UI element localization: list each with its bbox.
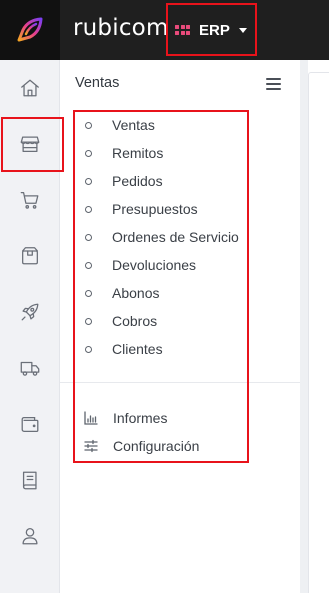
circle-bullet-icon — [85, 261, 92, 269]
menu-item-abonos[interactable]: Abonos — [60, 279, 300, 307]
submenu-list: Ventas Remitos Pedidos Presupuestos Orde… — [60, 111, 300, 363]
rail-item-rocket[interactable] — [0, 284, 60, 340]
submenu-panel: Ventas Ventas Remitos Pedidos Presupuest… — [60, 60, 300, 593]
circle-bullet-icon — [85, 177, 92, 185]
menu-item-label: Devoluciones — [112, 257, 197, 273]
store-icon — [20, 136, 40, 152]
caret-down-icon — [238, 28, 247, 33]
rail-item-wallet[interactable] — [0, 396, 60, 452]
menu-divider — [60, 382, 300, 383]
truck-icon — [20, 361, 40, 376]
menu-item-pedidos[interactable]: Pedidos — [60, 167, 300, 195]
circle-bullet-icon — [85, 233, 92, 241]
rail-item-box[interactable] — [0, 228, 60, 284]
menu-item-label: Clientes — [112, 341, 163, 357]
menu-item-ventas[interactable]: Ventas — [60, 111, 300, 139]
rubicom-logo-icon — [17, 17, 43, 42]
module-switcher-button[interactable]: ERP — [175, 17, 247, 43]
user-icon — [22, 528, 38, 545]
panel-title: Ventas — [75, 75, 120, 91]
cart-icon — [20, 192, 39, 209]
home-icon — [21, 79, 39, 97]
module-label: ERP — [199, 21, 230, 39]
wallet-icon — [21, 416, 39, 432]
circle-bullet-icon — [85, 205, 92, 213]
circle-bullet-icon — [85, 289, 92, 297]
hamburger-menu-icon[interactable] — [266, 78, 281, 90]
menu-item-label: Remitos — [112, 145, 164, 161]
rail-item-cart[interactable] — [0, 172, 60, 228]
app-window: rubicom ERP Ventas Ventas Remitos Pedido… — [0, 0, 329, 593]
sliders-icon — [84, 439, 98, 453]
circle-bullet-icon — [85, 121, 92, 129]
book-icon — [22, 471, 37, 490]
circle-bullet-icon — [85, 149, 92, 157]
apps-grid-icon — [175, 25, 190, 35]
menu-item-label: Pedidos — [112, 173, 163, 189]
menu-item-devoluciones[interactable]: Devoluciones — [60, 251, 300, 279]
rail-item-book[interactable] — [0, 452, 60, 508]
menu-item-remitos[interactable]: Remitos — [60, 139, 300, 167]
menu-item-configuracion[interactable]: Configuración — [60, 432, 300, 460]
app-logo[interactable] — [0, 0, 60, 60]
menu-item-label: Ventas — [112, 117, 155, 133]
bar-chart-icon — [84, 411, 98, 425]
tools-list: Informes Configuración — [60, 404, 300, 460]
box-icon — [22, 247, 38, 265]
content-gutter — [300, 60, 308, 593]
menu-item-ordenes-de-servicio[interactable]: Ordenes de Servicio — [60, 223, 300, 251]
menu-item-label: Presupuestos — [112, 201, 198, 217]
menu-item-label: Configuración — [113, 438, 200, 454]
circle-bullet-icon — [85, 345, 92, 353]
icon-sidebar — [0, 60, 60, 593]
menu-item-label: Cobros — [112, 313, 158, 329]
brand-name: rubicom — [73, 15, 169, 41]
rail-item-store[interactable] — [0, 116, 60, 172]
rail-item-user[interactable] — [0, 508, 60, 564]
menu-item-clientes[interactable]: Clientes — [60, 335, 300, 363]
menu-item-label: Abonos — [112, 285, 160, 301]
top-bar: rubicom ERP — [0, 0, 329, 60]
rocket-icon — [21, 303, 39, 321]
menu-item-label: Ordenes de Servicio — [112, 229, 239, 245]
rail-item-truck[interactable] — [0, 340, 60, 396]
content-area — [308, 72, 329, 593]
rail-item-home[interactable] — [0, 60, 60, 116]
menu-item-informes[interactable]: Informes — [60, 404, 300, 432]
menu-item-cobros[interactable]: Cobros — [60, 307, 300, 335]
circle-bullet-icon — [85, 317, 92, 325]
menu-item-presupuestos[interactable]: Presupuestos — [60, 195, 300, 223]
menu-item-label: Informes — [113, 410, 168, 426]
